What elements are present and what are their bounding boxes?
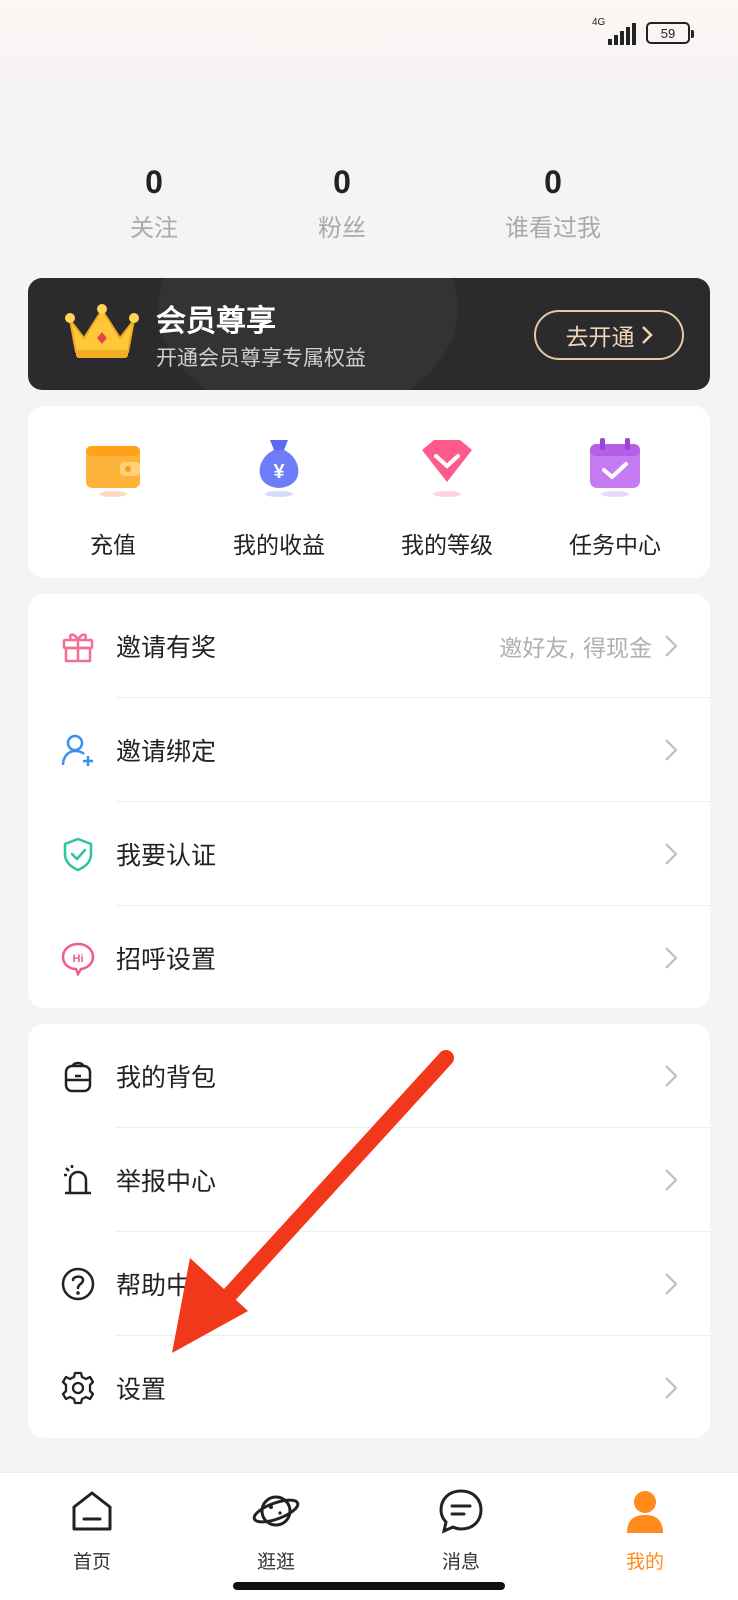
wallet-icon: [86, 446, 140, 497]
quick-level[interactable]: 我的等级: [362, 434, 532, 560]
tab-label: 首页: [72, 1551, 111, 1573]
chevron-right-icon: [665, 1377, 678, 1399]
chevron-right-icon: [665, 1065, 678, 1087]
stat-following[interactable]: 0 关注: [64, 162, 244, 243]
tab-messages[interactable]: 消息: [401, 1487, 521, 1574]
svg-text:¥: ¥: [273, 461, 285, 483]
menu-label: 举报中心: [116, 1167, 217, 1196]
menu-label: 招呼设置: [116, 945, 217, 974]
menu-label: 设置: [116, 1375, 167, 1404]
menu-item-greeting[interactable]: Hi 招呼设置: [28, 906, 710, 1010]
stat-fans[interactable]: 0 粉丝: [252, 162, 432, 243]
crown-icon: [65, 304, 139, 358]
tab-explore[interactable]: 逛逛: [216, 1487, 336, 1574]
gift-icon: [62, 633, 94, 663]
diamond-icon: [422, 440, 472, 497]
add-user-icon: [61, 734, 93, 766]
chevron-right-icon: [665, 635, 678, 657]
quick-actions: 充值 ¥ 我的收益 我的等级 任务中心: [28, 406, 710, 578]
tab-home[interactable]: 首页: [32, 1487, 152, 1574]
quick-label: 任务中心: [569, 533, 661, 559]
menu-group-1: 邀请有奖 邀好友, 得现金 邀请绑定 我要认证 Hi 招呼设置: [28, 594, 710, 1008]
quick-label: 我的收益: [233, 533, 325, 559]
menu-item-invite-reward[interactable]: 邀请有奖 邀好友, 得现金: [28, 594, 710, 698]
chevron-right-icon: [641, 326, 653, 344]
menu-item-invite-bind[interactable]: 邀请绑定: [28, 698, 710, 802]
menu-label: 邀请绑定: [116, 737, 217, 766]
home-indicator: [233, 1582, 505, 1590]
chevron-right-icon: [665, 947, 678, 969]
stat-label: 粉丝: [318, 214, 366, 242]
tab-label: 逛逛: [256, 1551, 295, 1573]
hi-bubble-icon: Hi: [61, 942, 95, 976]
battery-icon: 59: [646, 22, 694, 44]
cellular-signal-icon: 4G: [590, 17, 636, 47]
quick-tasks[interactable]: 任务中心: [530, 434, 700, 560]
network-type: 4G: [592, 17, 606, 28]
chevron-right-icon: [665, 1273, 678, 1295]
menu-label: 帮助中心: [116, 1271, 217, 1300]
quick-recharge[interactable]: 充值: [28, 434, 198, 560]
svg-text:Hi: Hi: [73, 953, 84, 965]
planet-icon: [252, 1495, 300, 1527]
quick-label: 我的等级: [401, 533, 493, 559]
vip-subtitle: 开通会员尊享专属权益: [156, 346, 366, 370]
vip-open-button[interactable]: 去开通: [534, 310, 684, 360]
bottom-nav: 首页 逛逛 消息 我的: [0, 1472, 738, 1600]
chevron-right-icon: [665, 1169, 678, 1191]
stat-label: 关注: [130, 214, 178, 242]
money-bag-icon: ¥: [259, 440, 299, 497]
alarm-icon: [64, 1165, 91, 1195]
menu-item-verify[interactable]: 我要认证: [28, 802, 710, 906]
status-bar: 4G 59: [590, 17, 694, 48]
gear-icon: [61, 1371, 95, 1405]
backpack-icon: [64, 1061, 92, 1093]
stat-value: 0: [333, 164, 351, 200]
profile-stats: 0 关注 0 粉丝 0 谁看过我: [0, 162, 738, 252]
calendar-check-icon: [590, 438, 640, 497]
menu-item-settings[interactable]: 设置: [28, 1336, 710, 1440]
help-icon: [61, 1267, 95, 1301]
vip-title: 会员尊享: [156, 304, 276, 339]
menu-item-report[interactable]: 举报中心: [28, 1128, 710, 1232]
menu-item-help[interactable]: 帮助中心: [28, 1232, 710, 1336]
vip-open-label: 去开通: [565, 325, 635, 351]
tab-label: 我的: [625, 1551, 664, 1573]
tab-profile[interactable]: 我的: [585, 1487, 705, 1574]
menu-hint: 邀好友, 得现金: [499, 636, 652, 662]
menu-item-backpack[interactable]: 我的背包: [28, 1024, 710, 1128]
menu-group-2: 我的背包 举报中心 帮助中心 设置: [28, 1024, 710, 1438]
menu-label: 我要认证: [116, 841, 217, 870]
profile-icon: [627, 1491, 663, 1533]
stat-value: 0: [145, 164, 163, 200]
quick-earnings[interactable]: ¥ 我的收益: [194, 434, 364, 560]
quick-label: 充值: [90, 533, 136, 559]
menu-label: 我的背包: [116, 1063, 217, 1092]
chevron-right-icon: [665, 739, 678, 761]
shield-check-icon: [63, 837, 93, 872]
stat-value: 0: [544, 164, 562, 200]
vip-banner[interactable]: 会员尊享 开通会员尊享专属权益 去开通: [28, 278, 710, 390]
stat-label: 谁看过我: [505, 214, 601, 242]
stat-visitors[interactable]: 0 谁看过我: [463, 162, 643, 243]
menu-label: 邀请有奖: [116, 633, 217, 662]
chevron-right-icon: [665, 843, 678, 865]
message-icon: [439, 1489, 483, 1534]
home-icon: [72, 1491, 112, 1531]
tab-label: 消息: [441, 1551, 480, 1573]
battery-level: 59: [660, 25, 676, 41]
